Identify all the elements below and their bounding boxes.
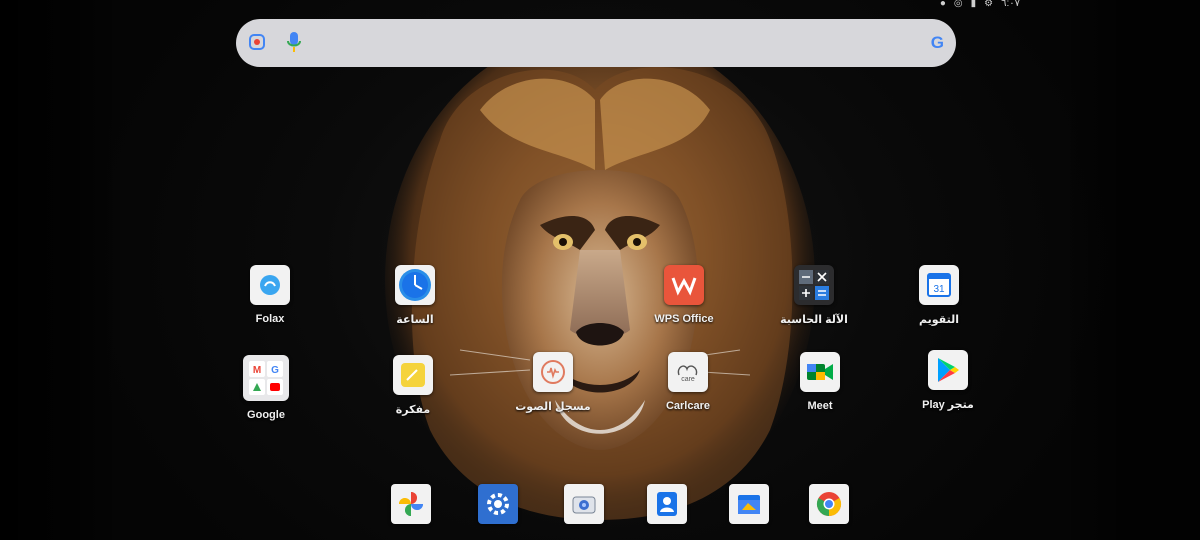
app-voice-recorder[interactable]: مسجل الصوت — [505, 352, 601, 413]
app-label: Carlcare — [665, 400, 711, 412]
search-input[interactable] — [312, 29, 876, 59]
google-folder-icon: M G — [243, 355, 289, 401]
svg-text:G: G — [271, 365, 279, 376]
app-notes[interactable]: مفكرة — [365, 355, 461, 416]
wps-office-icon — [664, 265, 704, 305]
app-google-folder[interactable]: M G Google — [218, 355, 314, 421]
app-label: مفكرة — [395, 404, 431, 416]
file-icon: ▮ — [970, 0, 977, 9]
folax-icon — [250, 265, 290, 305]
notes-icon — [393, 355, 433, 395]
app-wps-office[interactable]: WPS Office — [636, 265, 732, 325]
camera-icon[interactable] — [564, 484, 604, 524]
meet-icon — [800, 352, 840, 392]
app-label: التقويم — [919, 314, 959, 326]
contacts-icon[interactable] — [647, 484, 687, 524]
status-bar: ● ◎ ▮ ⚙ ٦:٠٧ — [940, 0, 1020, 9]
app-label: Meet — [807, 400, 833, 412]
chrome-icon[interactable] — [809, 484, 849, 524]
mic-icon[interactable] — [286, 31, 302, 53]
app-calendar[interactable]: 31 التقويم — [891, 265, 987, 326]
svg-text:M: M — [253, 365, 261, 376]
app-folax[interactable]: Folax — [222, 265, 318, 325]
files-icon[interactable] — [729, 484, 769, 524]
vpn-icon: ◎ — [953, 0, 963, 9]
clock-icon — [395, 265, 435, 305]
home-screen: ● ◎ ▮ ⚙ ٦:٠٧ G Folax الساعة WPS Office ا… — [0, 0, 1200, 540]
app-label: WPS Office — [654, 313, 714, 325]
notification-dot-icon: ● — [939, 0, 946, 9]
google-search-bar[interactable]: G — [236, 19, 956, 67]
calculator-icon — [794, 265, 834, 305]
app-carlcare[interactable]: care Carlcare — [640, 352, 736, 412]
voice-recorder-icon — [533, 352, 573, 392]
app-label: الساعة — [396, 314, 434, 326]
settings-icon[interactable] — [478, 484, 518, 524]
google-lens-icon[interactable] — [248, 33, 266, 51]
play-store-icon — [928, 350, 968, 390]
app-play-store[interactable]: Play متجر — [900, 350, 996, 411]
app-label: Google — [247, 409, 285, 421]
svg-text:care: care — [681, 376, 695, 383]
gear-icon: ⚙ — [984, 0, 994, 9]
app-meet[interactable]: Meet — [772, 352, 868, 412]
calendar-day: 31 — [933, 284, 945, 295]
app-label: الآلة الحاسبة — [780, 314, 848, 326]
dock — [0, 484, 1200, 530]
bezel-left — [0, 0, 120, 540]
app-clock[interactable]: الساعة — [367, 265, 463, 326]
calendar-icon: 31 — [919, 265, 959, 305]
app-label: Folax — [255, 313, 285, 325]
google-icon: G — [930, 33, 944, 52]
app-label: مسجل الصوت — [515, 401, 591, 413]
app-calculator[interactable]: الآلة الحاسبة — [766, 265, 862, 326]
app-label: Play متجر — [922, 399, 974, 411]
status-time: ٦:٠٧ — [1001, 0, 1020, 9]
carlcare-icon: care — [668, 352, 708, 392]
photos-icon[interactable] — [391, 484, 431, 524]
bezel-right — [1060, 0, 1200, 540]
